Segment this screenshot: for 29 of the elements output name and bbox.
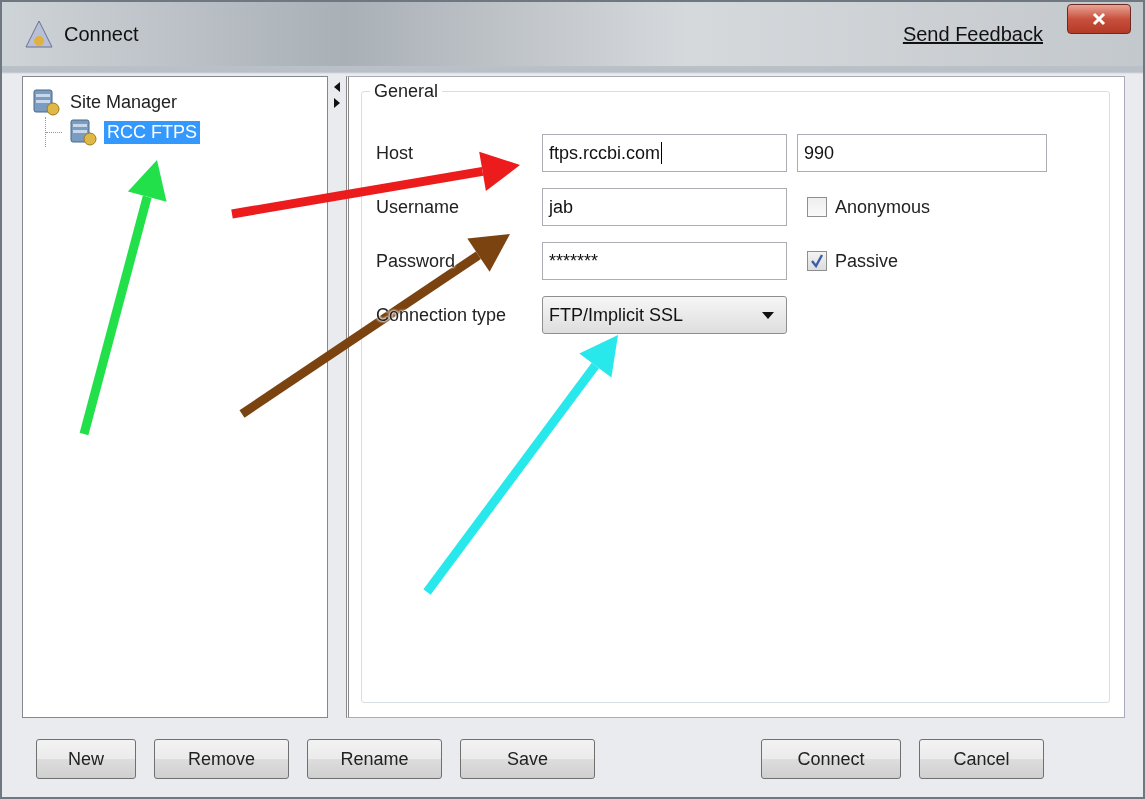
checkbox[interactable] [807,251,827,271]
username-field[interactable]: jab [542,188,787,226]
host-field[interactable]: ftps.rccbi.com [542,134,787,172]
field-label: Password [376,250,456,272]
field-label: Username [376,196,460,218]
close-button[interactable] [1067,4,1131,34]
send-feedback-link[interactable]: Send Feedback [902,22,1043,46]
footer-button[interactable]: New [36,739,136,779]
footer-button[interactable]: Rename [307,739,442,779]
close-icon [1092,12,1106,26]
footer-button[interactable]: Remove [154,739,289,779]
dialog-button[interactable]: Connect [761,739,901,779]
app-logo-icon [24,19,54,49]
expand-right-icon[interactable] [334,98,340,108]
collapse-left-icon[interactable] [334,82,340,92]
checkbox[interactable] [807,197,827,217]
field-label: Host [376,142,413,164]
password-field[interactable]: ******* [542,242,787,280]
checkbox-label: Passive [835,250,899,272]
tree-item[interactable]: Site Manager [67,90,181,114]
window-title: Connect [64,22,140,46]
dialog-button[interactable]: Cancel [919,739,1044,779]
port-field[interactable]: 990 [797,134,1047,172]
dropdown-arrow-icon [762,311,774,319]
footer-button[interactable]: Save [460,739,595,779]
server-icon [31,88,61,116]
checkbox-label: Anonymous [835,196,931,218]
connection-type-dropdown[interactable]: FTP/Implicit SSL [542,296,787,334]
server-icon [68,118,98,146]
